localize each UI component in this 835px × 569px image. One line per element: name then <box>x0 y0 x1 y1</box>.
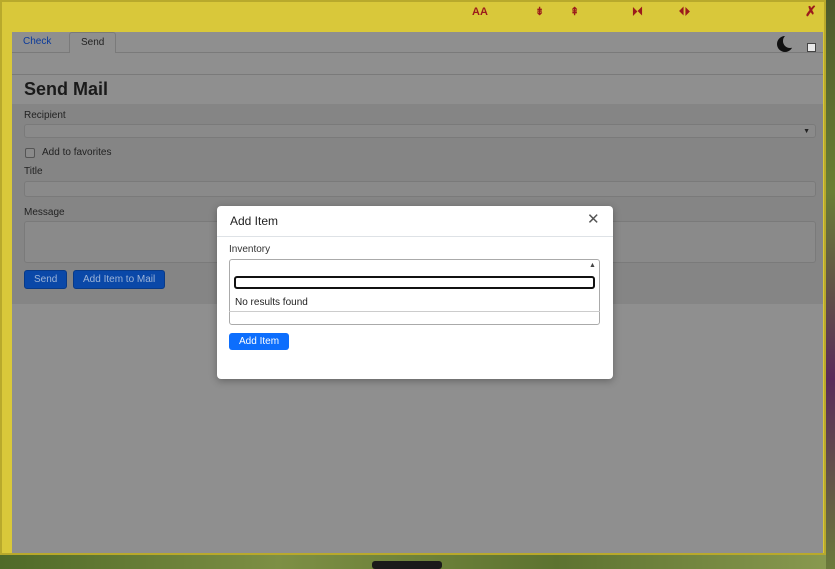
font-size-icon[interactable]: AA <box>472 7 488 18</box>
dropdown-search-input[interactable] <box>234 276 595 289</box>
close-icon[interactable]: ✕ <box>587 212 600 227</box>
collapse-icon[interactable]: ⇟ <box>535 7 544 18</box>
dropdown-bottom-edge <box>229 311 600 312</box>
divider <box>12 74 823 75</box>
game-character <box>372 561 442 569</box>
moon-icon[interactable] <box>777 34 797 52</box>
expand-width-icon[interactable]: ⏴⏵ <box>679 7 690 18</box>
title-input[interactable] <box>24 181 816 197</box>
recipient-select[interactable]: ▼ <box>24 124 816 138</box>
inventory-select[interactable] <box>229 259 600 325</box>
chevron-down-icon: ▼ <box>803 128 810 135</box>
add-item-button[interactable]: Add Item <box>229 333 290 350</box>
game-background-edge <box>826 0 835 569</box>
page-title: Send Mail <box>24 79 109 99</box>
add-item-to-mail-button[interactable]: Add Item to Mail <box>73 270 166 289</box>
tab-bar: Check Send <box>12 32 823 53</box>
expand-icon[interactable]: ⇞ <box>570 7 579 18</box>
window-toolbar: AA ⇟ ⇞ ⏵⏴ ⏴⏵ ✗ <box>2 2 824 32</box>
shrink-width-icon[interactable]: ⏵⏴ <box>632 7 643 18</box>
modal-divider <box>217 236 613 237</box>
message-label: Message <box>24 207 65 218</box>
no-results-text: No results found <box>235 297 308 308</box>
add-item-modal: Add Item ✕ Inventory ▲ No results found … <box>217 206 613 379</box>
chevron-up-icon: ▲ <box>589 262 596 269</box>
tab-check[interactable]: Check <box>12 32 62 52</box>
dark-mode-checkbox[interactable] <box>807 43 816 52</box>
modal-title: Add Item <box>230 214 279 228</box>
favorites-label: Add to favorites <box>42 147 112 158</box>
title-label: Title <box>24 166 43 177</box>
tab-send[interactable]: Send <box>69 32 117 53</box>
send-button[interactable]: Send <box>24 270 68 289</box>
favorites-checkbox[interactable] <box>25 148 35 158</box>
inventory-label: Inventory <box>229 244 271 255</box>
recipient-label: Recipient <box>24 110 66 121</box>
close-window-icon[interactable]: ✗ <box>805 4 817 18</box>
